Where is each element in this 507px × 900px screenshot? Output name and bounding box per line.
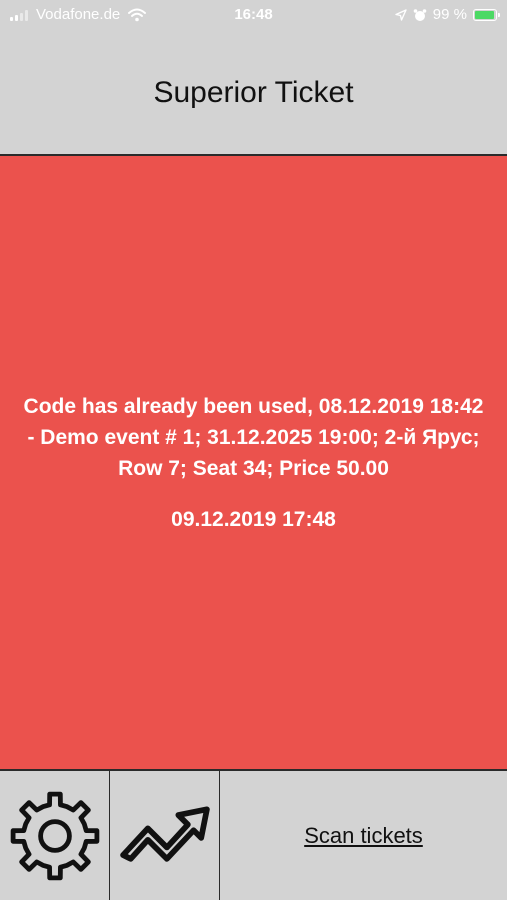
scan-tickets-cell: Scan tickets <box>220 771 507 900</box>
alarm-icon <box>413 8 427 21</box>
location-arrow-icon <box>395 8 407 21</box>
battery-icon <box>473 8 500 21</box>
settings-button[interactable] <box>0 771 110 900</box>
page-title: Superior Ticket <box>153 76 354 109</box>
battery-fill <box>475 10 494 19</box>
result-timestamp: 09.12.2019 17:48 <box>171 507 336 531</box>
app-header: Superior Ticket <box>0 32 507 156</box>
scan-tickets-link[interactable]: Scan tickets <box>304 823 423 849</box>
battery-cap <box>498 12 500 17</box>
status-bar: Vodafone.de 16:48 99 % <box>0 0 507 32</box>
status-right: 99 % <box>395 6 500 23</box>
bottom-toolbar: Scan tickets <box>0 769 507 900</box>
result-message: Code has already been used, 08.12.2019 1… <box>23 394 484 480</box>
gear-icon <box>10 791 99 880</box>
trend-arrow-icon <box>119 805 210 862</box>
statistics-button[interactable] <box>110 771 220 900</box>
battery-percent: 99 % <box>432 6 467 23</box>
scan-result-panel: Code has already been used, 08.12.2019 1… <box>0 156 507 769</box>
